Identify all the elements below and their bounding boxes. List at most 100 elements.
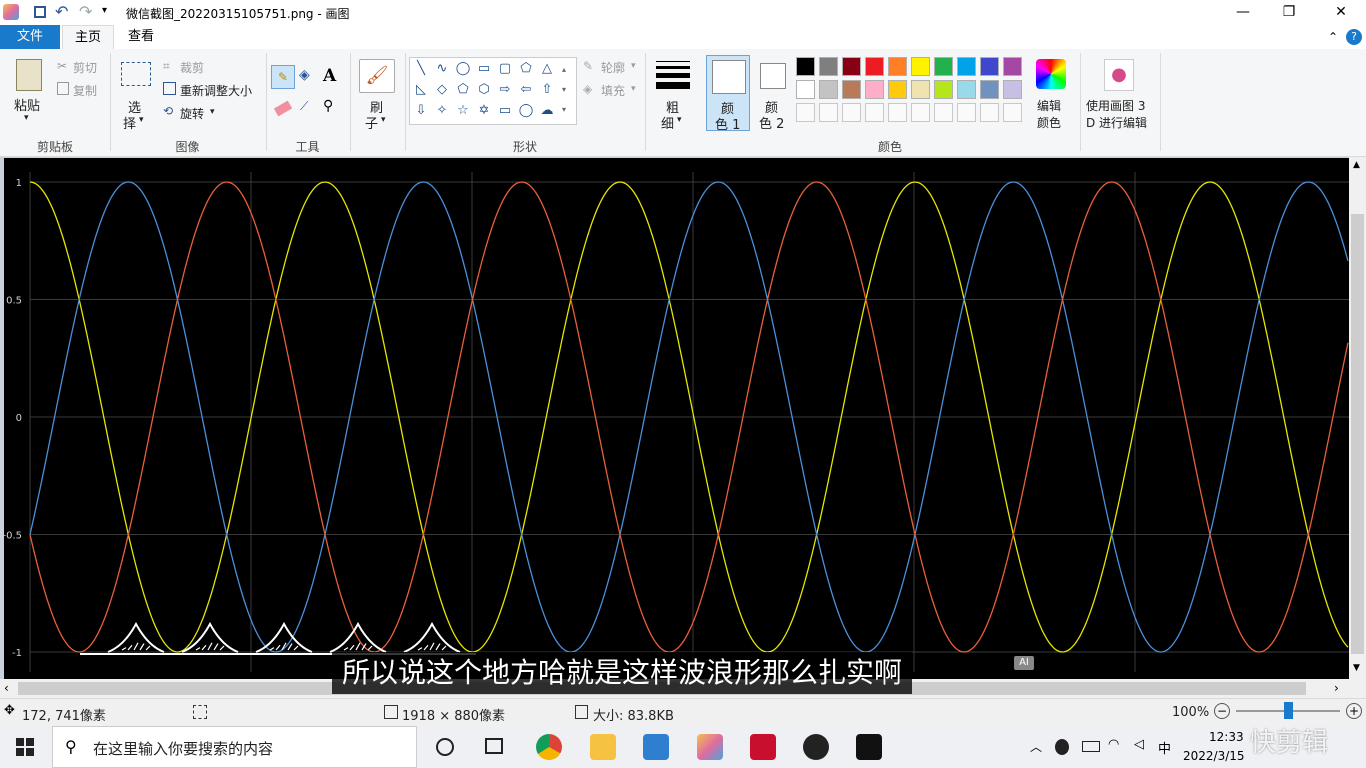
scroll-down-icon[interactable]: ▼ — [1353, 663, 1360, 673]
triangle-shape-icon[interactable]: △ — [539, 61, 555, 77]
callout-rect-shape-icon[interactable]: ▭ — [497, 103, 513, 119]
file-explorer-icon[interactable] — [590, 734, 616, 760]
rectangle-shape-icon[interactable]: ▭ — [476, 61, 492, 77]
paint-app-icon[interactable] — [3, 4, 19, 20]
palette-swatch[interactable] — [911, 57, 930, 76]
palette-swatch[interactable] — [865, 103, 884, 122]
obs-icon[interactable] — [803, 734, 829, 760]
select-icon[interactable] — [121, 62, 151, 86]
color-picker-icon[interactable]: ⟋ — [300, 99, 308, 114]
diamond-shape-icon[interactable]: ◇ — [434, 82, 450, 98]
size-dropdown-icon[interactable]: ▾ — [677, 115, 682, 125]
resize-icon[interactable] — [163, 82, 176, 95]
resize-button[interactable]: 重新调整大小 — [180, 82, 252, 99]
palette-swatch[interactable] — [865, 80, 884, 99]
pencil-icon[interactable]: ✎ — [271, 65, 295, 89]
outline-button[interactable]: 轮廓 — [601, 59, 625, 76]
palette-swatch[interactable] — [980, 103, 999, 122]
palette-swatch[interactable] — [957, 103, 976, 122]
callout-cloud-shape-icon[interactable]: ☁ — [539, 103, 555, 119]
palette-swatch[interactable] — [911, 80, 930, 99]
brushes-dropdown-icon[interactable]: ▾ — [381, 115, 386, 125]
taskbar-search-box[interactable]: ⚲ 在这里输入你要搜索的内容 — [52, 726, 417, 768]
save-icon[interactable] — [34, 6, 46, 18]
edit-colors-button-line2[interactable]: 颜色 — [1037, 114, 1061, 131]
zoom-in-button[interactable]: + — [1346, 703, 1362, 719]
cut-button[interactable]: 剪切 — [73, 59, 97, 76]
clock-date[interactable]: 2022/3/15 — [1183, 749, 1245, 763]
palette-swatch[interactable] — [888, 80, 907, 99]
zoom-slider-thumb[interactable] — [1284, 702, 1293, 719]
canvas-area[interactable]: 1 0.5 0 -0.5 -1 — [0, 157, 1366, 679]
paint-taskbar-icon[interactable] — [697, 734, 723, 760]
task-view-icon[interactable] — [485, 738, 503, 754]
callout-oval-shape-icon[interactable]: ◯ — [518, 103, 534, 119]
palette-swatch[interactable] — [842, 80, 861, 99]
paint3d-button[interactable]: 使用画图 3 — [1086, 97, 1145, 114]
chrome-icon[interactable] — [536, 734, 562, 760]
star5-shape-icon[interactable]: ☆ — [455, 103, 471, 119]
windows-start-icon[interactable] — [16, 738, 34, 756]
magnifier-icon[interactable]: ⚲ — [323, 98, 333, 114]
curve-shape-icon[interactable]: ∿ — [434, 61, 450, 77]
edit-colors-icon[interactable] — [1036, 59, 1066, 89]
color2-button[interactable]: 颜 色 2 — [754, 55, 794, 132]
palette-swatch[interactable] — [888, 57, 907, 76]
scroll-left-icon[interactable]: ‹ — [4, 681, 9, 695]
wifi-icon[interactable]: ◠ — [1108, 737, 1119, 752]
text-icon[interactable]: A — [323, 66, 336, 86]
hexagon-shape-icon[interactable]: ⬡ — [476, 82, 492, 98]
zoom-out-button[interactable]: − — [1214, 703, 1230, 719]
crop-button[interactable]: 裁剪 — [180, 59, 204, 76]
palette-swatch[interactable] — [934, 103, 953, 122]
close-button[interactable]: ✕ — [1318, 0, 1364, 25]
arrow-down-shape-icon[interactable]: ⇩ — [413, 103, 429, 119]
palette-swatch[interactable] — [819, 103, 838, 122]
outline-dropdown-icon[interactable]: ▾ — [631, 61, 636, 71]
palette-swatch[interactable] — [957, 57, 976, 76]
palette-swatch[interactable] — [980, 80, 999, 99]
palette-swatch[interactable] — [796, 57, 815, 76]
palette-swatch[interactable] — [888, 103, 907, 122]
palette-swatch[interactable] — [865, 57, 884, 76]
rotate-icon[interactable]: ⟲ — [163, 104, 173, 118]
palette-swatch[interactable] — [1003, 57, 1022, 76]
edit-colors-button[interactable]: 编辑 — [1037, 97, 1061, 114]
palette-swatch[interactable] — [934, 57, 953, 76]
tab-file[interactable]: 文件 — [0, 25, 60, 49]
eraser-icon[interactable] — [273, 100, 293, 117]
palette-swatch[interactable] — [911, 103, 930, 122]
copy-button[interactable]: 复制 — [73, 82, 97, 99]
rotate-dropdown-icon[interactable]: ▾ — [210, 107, 215, 117]
shapes-gallery[interactable]: ╲ ∿ ◯ ▭ ▢ ⬠ △ ◺ ◇ ⬠ ⬡ ⇨ ⇦ ⇧ ⇩ ✧ ☆ ✡ ▭ ◯ … — [409, 57, 577, 125]
qq-icon[interactable] — [1055, 739, 1069, 755]
vertical-scrollbar[interactable]: ▲ ▼ — [1349, 157, 1366, 679]
palette-swatch[interactable] — [842, 103, 861, 122]
vertical-scroll-thumb[interactable] — [1351, 214, 1364, 654]
oval-shape-icon[interactable]: ◯ — [455, 61, 471, 77]
size-icon[interactable] — [656, 61, 690, 89]
collapse-ribbon-icon[interactable]: ⌃ — [1328, 30, 1338, 44]
undo-icon[interactable]: ↶ — [55, 2, 68, 21]
size-button-line2[interactable]: 细 — [661, 113, 674, 132]
redo-icon[interactable]: ↷ — [79, 2, 92, 21]
palette-swatch[interactable] — [1003, 103, 1022, 122]
help-icon[interactable]: ? — [1346, 29, 1362, 45]
star6-shape-icon[interactable]: ✡ — [476, 103, 492, 119]
scroll-up-icon[interactable]: ▲ — [1353, 160, 1360, 170]
fill-button[interactable]: 填充 — [601, 82, 625, 99]
brush-icon[interactable]: 🖌 — [359, 59, 395, 93]
palette-swatch[interactable] — [957, 80, 976, 99]
palette-swatch[interactable] — [1003, 80, 1022, 99]
solidworks-icon[interactable] — [750, 734, 776, 760]
paste-icon[interactable] — [16, 59, 42, 91]
palette-swatch[interactable] — [842, 57, 861, 76]
color1-button[interactable]: 颜 色 1 — [706, 55, 750, 133]
star4-shape-icon[interactable]: ✧ — [434, 103, 450, 119]
tab-view[interactable]: 查看 — [116, 25, 166, 49]
outline-icon[interactable]: ✎ — [583, 59, 593, 73]
maximize-button[interactable]: ❐ — [1266, 0, 1312, 25]
fill-icon[interactable]: ◈ — [583, 82, 592, 96]
volume-icon[interactable]: ◁ — [1134, 737, 1144, 752]
battery-icon[interactable] — [1082, 741, 1100, 752]
